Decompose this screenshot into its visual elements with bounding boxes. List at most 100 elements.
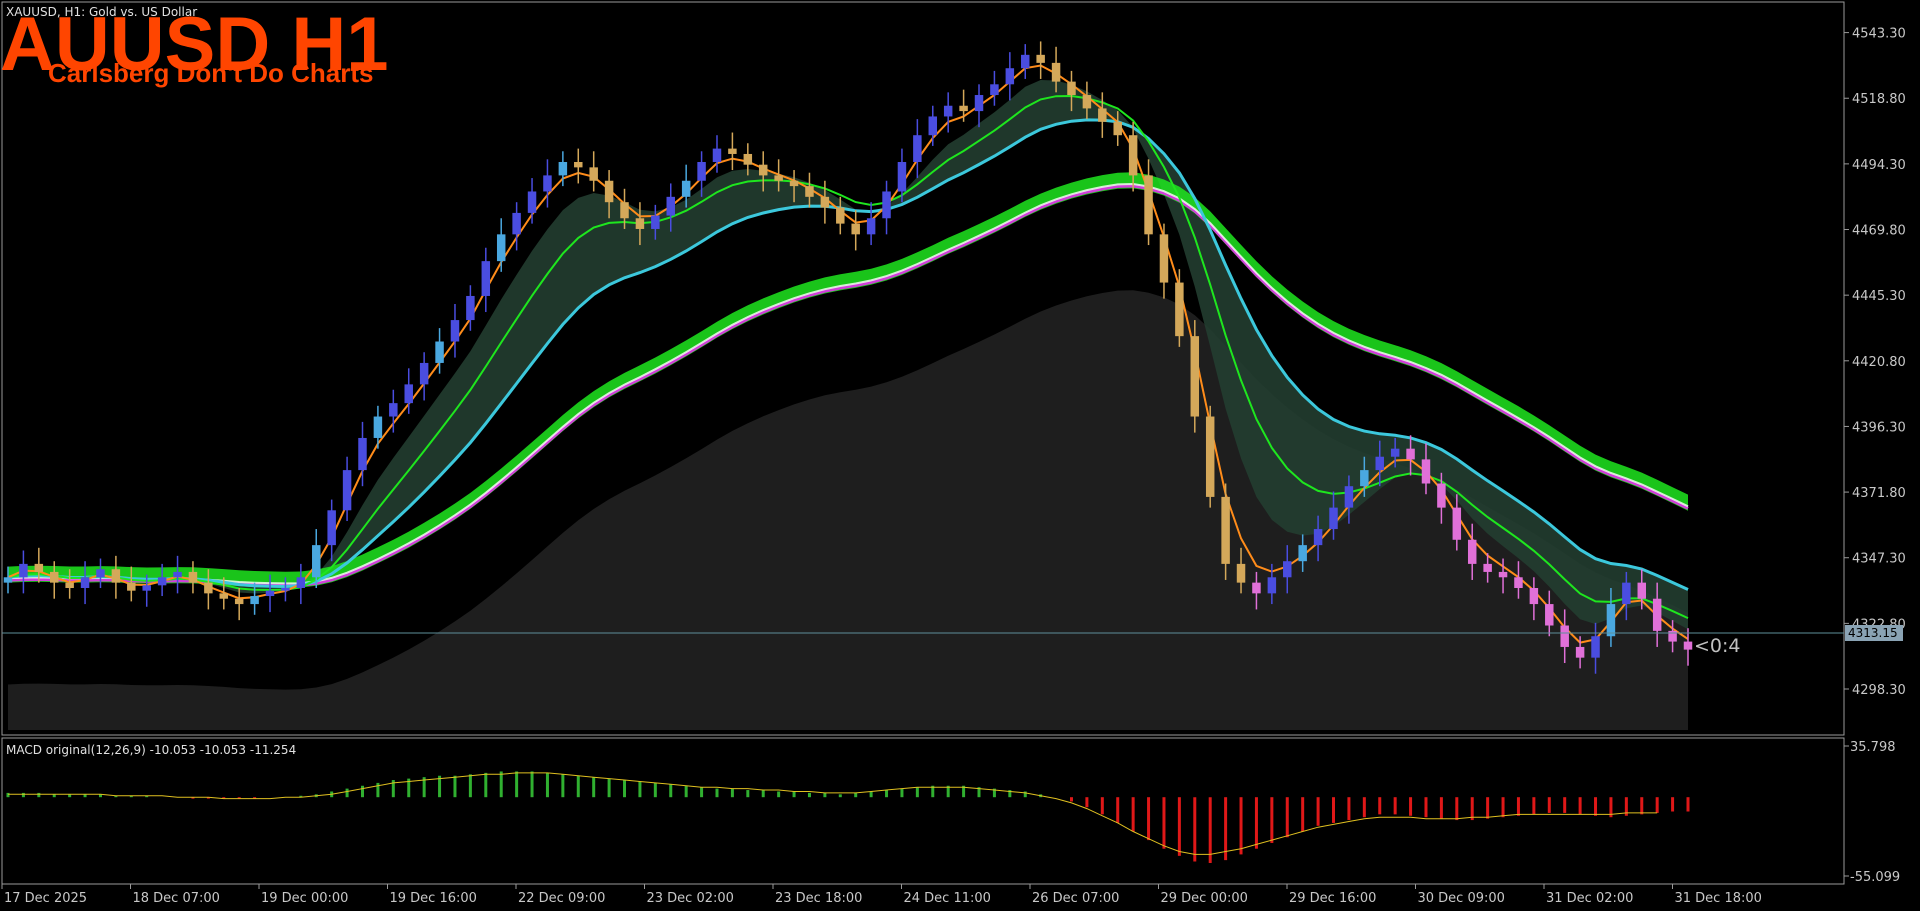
candle-body — [1452, 507, 1462, 540]
candle-body — [404, 384, 413, 404]
candle-body — [96, 569, 105, 578]
candle-body — [234, 598, 244, 605]
candle-body — [127, 582, 136, 591]
time-axis-label: 19 Dec 00:00 — [261, 891, 348, 906]
candle-body — [1390, 448, 1400, 457]
candle-body — [805, 186, 814, 197]
candle-body — [1036, 54, 1045, 63]
macd-axis-bottom: -55.099 — [1850, 870, 1900, 885]
candle-body — [1298, 545, 1307, 562]
candle-body — [1221, 496, 1230, 564]
time-axis-label: 18 Dec 07:00 — [133, 891, 220, 906]
price-axis: 4543.30 4518.80 4494.30 4469.80 4445.30 4420.… — [1844, 27, 1906, 698]
time-axis-label: 31 Dec 18:00 — [1675, 891, 1762, 906]
candle-body — [50, 571, 59, 583]
time-axis-label: 24 Dec 11:00 — [904, 891, 991, 906]
candle-body — [250, 596, 259, 605]
time-axis-label: 19 Dec 16:00 — [390, 891, 477, 906]
candle-body — [851, 223, 860, 235]
candle-body — [1252, 582, 1261, 594]
time-axis-label: 29 Dec 16:00 — [1289, 891, 1376, 906]
candle-body — [913, 135, 922, 162]
candle-body — [142, 585, 151, 591]
candle-body — [1421, 459, 1431, 484]
candle-body — [1560, 625, 1569, 647]
candle-body — [1637, 582, 1646, 599]
candle-body — [512, 212, 521, 235]
candle-body — [574, 162, 583, 168]
candle-body — [1144, 175, 1153, 235]
candle-body — [589, 167, 598, 181]
candle-body — [1205, 416, 1215, 497]
candle-body — [1437, 483, 1446, 508]
candle-body — [265, 590, 275, 597]
candle-body — [990, 84, 999, 96]
candle-body — [1344, 486, 1354, 508]
candle-body — [1082, 95, 1092, 109]
candle-body — [173, 571, 182, 578]
macd-axis-top: 35.798 — [1850, 740, 1896, 755]
candle-body — [80, 577, 90, 588]
time-axis-label: 23 Dec 18:00 — [775, 891, 862, 906]
price-axis-label: 4396.30 — [1852, 420, 1906, 435]
candle-body — [666, 196, 675, 216]
candle-body — [743, 153, 753, 165]
candle-body — [188, 571, 198, 583]
candle-body — [1683, 641, 1693, 650]
candle-body — [943, 105, 953, 117]
price-axis-label: 4494.30 — [1852, 158, 1906, 173]
macd-header: MACD original(12,26,9) -10.053 -10.053 -… — [6, 743, 296, 757]
candle-body — [897, 162, 907, 192]
candle-body — [296, 577, 306, 588]
candle-body — [466, 295, 475, 321]
candle-body — [774, 175, 783, 181]
time-axis-label: 31 Dec 02:00 — [1546, 891, 1633, 906]
candle-body — [758, 164, 768, 176]
candle-body — [1267, 577, 1277, 594]
candle-body — [1514, 577, 1523, 588]
subtitle: Carlsberg Don't Do Charts — [48, 58, 373, 88]
candle-body — [635, 218, 645, 229]
candle-body — [19, 563, 28, 578]
candle-body — [342, 470, 352, 511]
candle-body — [1283, 561, 1292, 578]
candle-body — [281, 588, 290, 591]
price-axis-label: 4298.30 — [1852, 683, 1906, 698]
candle-body — [974, 95, 984, 112]
candle-body — [789, 180, 799, 187]
candle-body — [3, 577, 13, 583]
candle-body — [1529, 588, 1539, 605]
macd-panel-frame — [1, 737, 1845, 885]
candle-body — [65, 582, 74, 588]
candle-body — [1606, 604, 1616, 637]
time-axis-label: 26 Dec 07:00 — [1032, 891, 1119, 906]
candle-body — [1483, 563, 1492, 572]
candle-body — [866, 218, 876, 235]
candle-body — [1098, 108, 1107, 122]
candle-body — [697, 162, 706, 181]
candle-body — [959, 105, 968, 112]
candle-body — [558, 162, 568, 176]
price-axis-label: 4347.30 — [1852, 552, 1906, 567]
candle-body — [1313, 529, 1323, 546]
candle-body — [1113, 121, 1122, 136]
price-axis-label: 4469.80 — [1852, 224, 1906, 239]
time-axis-label: 29 Dec 00:00 — [1161, 891, 1248, 906]
candle-body — [620, 202, 629, 219]
candle-body — [1591, 636, 1600, 658]
candle-body — [111, 569, 121, 583]
candle-body — [1406, 448, 1415, 460]
candle-body — [419, 362, 429, 385]
candle-body — [1545, 604, 1554, 626]
candle-body — [34, 563, 44, 572]
candle-body — [373, 416, 383, 438]
candle-body — [1498, 571, 1508, 578]
chart-canvas[interactable]: 4543.30 4518.80 4494.30 4469.80 4445.30 4420.… — [0, 0, 1920, 911]
candle-body — [1175, 282, 1184, 337]
candle-body — [1236, 563, 1246, 583]
candle-body — [681, 180, 691, 197]
time-axis: 17 Dec 2025 18 Dec 07:00 19 Dec 00:00 19 De… — [1, 884, 1762, 906]
candle-body — [450, 320, 460, 342]
time-axis-label: 17 Dec 2025 — [4, 891, 87, 906]
time-axis-label: 23 Dec 02:00 — [647, 891, 734, 906]
